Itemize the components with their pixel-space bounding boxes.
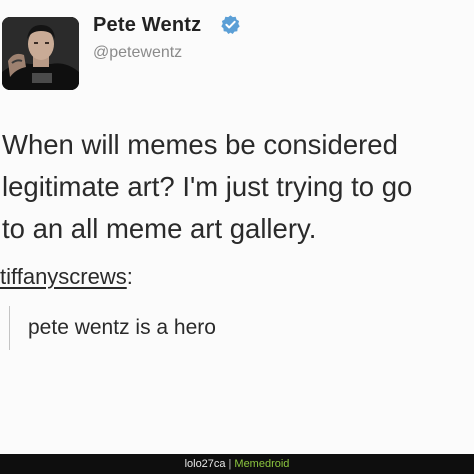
reply-username-row: tiffanyscrews: — [0, 264, 133, 290]
author-handle[interactable]: @petewentz — [93, 44, 182, 62]
reply-colon: : — [126, 264, 133, 289]
tweet-line: legitimate art? I'm just trying to go — [2, 171, 413, 202]
profile-photo-icon — [2, 17, 79, 90]
quote-bar — [9, 306, 10, 350]
avatar[interactable] — [2, 17, 79, 90]
author-display-name[interactable]: Pete Wentz — [93, 14, 201, 37]
footer-content: lolo27ca | Memedroid — [0, 454, 474, 474]
watermark-footer: lolo27ca | Memedroid — [0, 454, 474, 474]
tweet-text: When will memes be considered legitimate… — [2, 124, 470, 250]
reply-username[interactable]: tiffanyscrews — [0, 264, 127, 289]
uploader-name[interactable]: lolo27ca — [185, 458, 226, 470]
verified-badge-icon — [221, 15, 240, 34]
tweet-line: to an all meme art gallery. — [2, 213, 317, 244]
brand-name[interactable]: Memedroid — [234, 458, 289, 470]
reply-text: pete wentz is a hero — [28, 316, 216, 339]
tweet-line: When will memes be considered — [2, 129, 398, 160]
